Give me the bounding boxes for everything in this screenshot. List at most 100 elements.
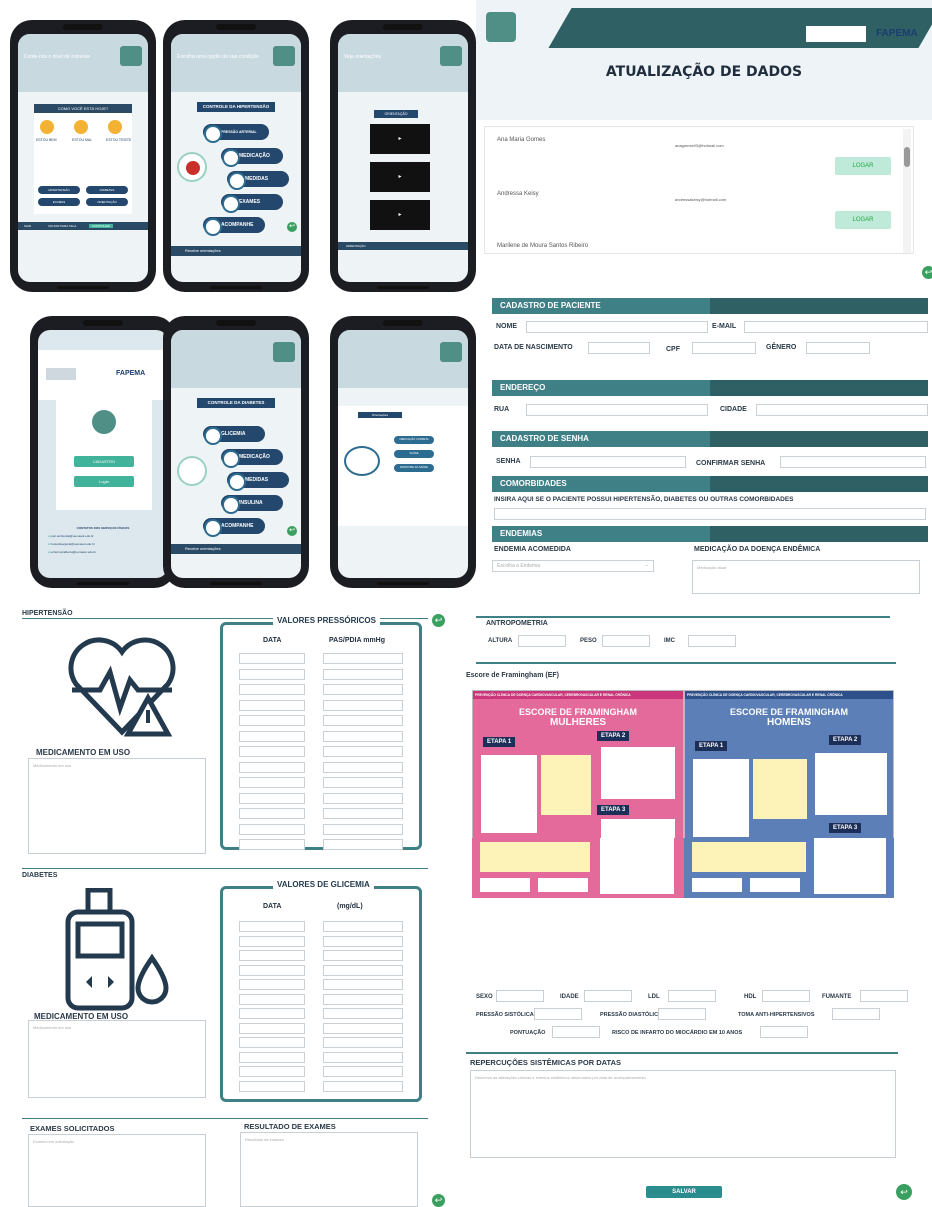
glicemia-node[interactable]: GLICEMIA (203, 426, 265, 445)
logar-button[interactable]: LOGAR (835, 157, 891, 175)
genero-input[interactable] (806, 342, 870, 354)
value-cell[interactable] (323, 699, 403, 711)
acompanhe-node[interactable]: ACOMPANHE (203, 217, 265, 236)
contact-email[interactable]: hosterkiavgeral@uemasul.edu.br (51, 542, 95, 546)
login-button[interactable]: Login (74, 476, 134, 487)
medicamento-input[interactable]: Medicamento em uso (28, 1020, 206, 1098)
fumante-input[interactable] (860, 990, 908, 1002)
medidas-node[interactable]: MEDIDAS (227, 472, 289, 491)
value-cell[interactable] (323, 979, 403, 990)
cadastro-button[interactable]: CADASTRO (74, 456, 134, 467)
medidas-node[interactable]: MEDIDAS (227, 171, 289, 190)
date-cell[interactable] (239, 979, 305, 990)
value-cell[interactable] (323, 1080, 403, 1092)
logar-button[interactable]: LOGAR (835, 211, 891, 229)
nome-input[interactable] (526, 321, 708, 333)
hipertensao-button[interactable]: HIPERTENSÃO (38, 186, 80, 194)
pressao-arterial-node[interactable]: PRESSÃO ARTERIAL (203, 124, 269, 143)
date-cell[interactable] (239, 792, 305, 804)
contact-email[interactable]: psic.ambiental@uemasul.edu.br (51, 534, 94, 538)
anti-hipertensivos-input[interactable] (832, 1008, 880, 1020)
date-cell[interactable] (239, 1037, 305, 1048)
value-cell[interactable] (323, 1051, 403, 1063)
phone-footer[interactable]: Recebe orientações (171, 246, 301, 256)
date-cell[interactable] (239, 1008, 305, 1019)
medicamento-input[interactable]: Medicamento em uso (28, 758, 206, 854)
email-input[interactable] (744, 321, 928, 333)
sexo-input[interactable] (496, 990, 544, 1002)
option-button[interactable]: MEDICAÇÃO CORRETA (394, 436, 434, 444)
date-cell[interactable] (239, 1022, 305, 1034)
resultado-exames-input[interactable]: Resultado de exames (240, 1132, 418, 1207)
risco-infarto-input[interactable] (760, 1026, 808, 1038)
date-cell[interactable] (239, 653, 305, 664)
back-arrow-icon[interactable]: ↩ (896, 1184, 912, 1200)
crying-face-icon[interactable] (108, 120, 122, 134)
value-cell[interactable] (323, 808, 403, 819)
date-cell[interactable] (239, 699, 305, 711)
value-cell[interactable] (323, 761, 403, 773)
date-cell[interactable] (239, 715, 305, 726)
exames-button[interactable]: EXAMES (38, 198, 80, 206)
date-cell[interactable] (239, 823, 305, 835)
pressao-diastolica-input[interactable] (658, 1008, 706, 1020)
rua-input[interactable] (526, 404, 708, 416)
nav-voltar[interactable]: VOLTAR PARA TELA (48, 224, 76, 228)
nascimento-input[interactable] (588, 342, 650, 354)
senha-input[interactable] (530, 456, 686, 468)
back-arrow-icon[interactable]: ↩ (432, 1194, 445, 1207)
value-cell[interactable] (323, 950, 403, 961)
cidade-input[interactable] (756, 404, 928, 416)
back-arrow-icon[interactable]: ↩ (287, 526, 297, 536)
date-cell[interactable] (239, 1066, 305, 1077)
value-cell[interactable] (323, 839, 403, 850)
date-cell[interactable] (239, 1051, 305, 1063)
back-arrow-icon[interactable]: ↩ (922, 266, 932, 279)
medicacao-endemica-input[interactable]: Medicação atual (692, 560, 920, 594)
altura-input[interactable] (518, 635, 566, 647)
date-cell[interactable] (239, 761, 305, 773)
back-arrow-icon[interactable]: ↩ (287, 222, 297, 232)
phone-footer[interactable]: ORIENTAÇÃO (338, 242, 468, 250)
value-cell[interactable] (323, 964, 403, 976)
date-cell[interactable] (239, 730, 305, 742)
repercucoes-input[interactable]: Descreva as alterações clínicas e evento… (470, 1070, 896, 1158)
happy-face-icon[interactable] (40, 120, 54, 134)
cpf-input[interactable] (692, 342, 756, 354)
imc-input[interactable] (688, 635, 736, 647)
pontuacao-input[interactable] (552, 1026, 600, 1038)
date-cell[interactable] (239, 950, 305, 961)
value-cell[interactable] (323, 993, 403, 1005)
pressao-sistolica-input[interactable] (534, 1008, 582, 1020)
date-cell[interactable] (239, 668, 305, 680)
ldl-input[interactable] (668, 990, 716, 1002)
value-cell[interactable] (323, 668, 403, 680)
value-cell[interactable] (323, 792, 403, 804)
date-cell[interactable] (239, 777, 305, 788)
confirmar-senha-input[interactable] (780, 456, 926, 468)
date-cell[interactable] (239, 935, 305, 947)
date-cell[interactable] (239, 808, 305, 819)
sad-face-icon[interactable] (74, 120, 88, 134)
date-cell[interactable] (239, 964, 305, 976)
exames-node[interactable]: EXAMES (221, 194, 283, 213)
video-thumbnail[interactable]: ▸ (370, 200, 430, 230)
idade-input[interactable] (584, 990, 632, 1002)
value-cell[interactable] (323, 1022, 403, 1034)
date-cell[interactable] (239, 993, 305, 1005)
value-cell[interactable] (323, 823, 403, 835)
insulina-node[interactable]: INSULINA (221, 495, 283, 514)
video-thumbnail[interactable]: ▸ (370, 162, 430, 192)
value-cell[interactable] (323, 777, 403, 788)
back-arrow-icon[interactable]: ↩ (432, 614, 445, 627)
option-button[interactable]: SAÚDE (394, 450, 434, 458)
endemia-select[interactable]: Escolha a Endemia ⌄ (492, 560, 654, 572)
scrollbar[interactable] (903, 129, 911, 253)
peso-input[interactable] (602, 635, 650, 647)
value-cell[interactable] (323, 921, 403, 932)
orientacao-button[interactable]: ORIENTAÇÃO (86, 198, 128, 206)
acompanhe-node[interactable]: ACOMPANHE (203, 518, 265, 537)
exames-solicitados-input[interactable]: Exames em solicitação (28, 1134, 206, 1207)
date-cell[interactable] (239, 746, 305, 757)
date-cell[interactable] (239, 921, 305, 932)
